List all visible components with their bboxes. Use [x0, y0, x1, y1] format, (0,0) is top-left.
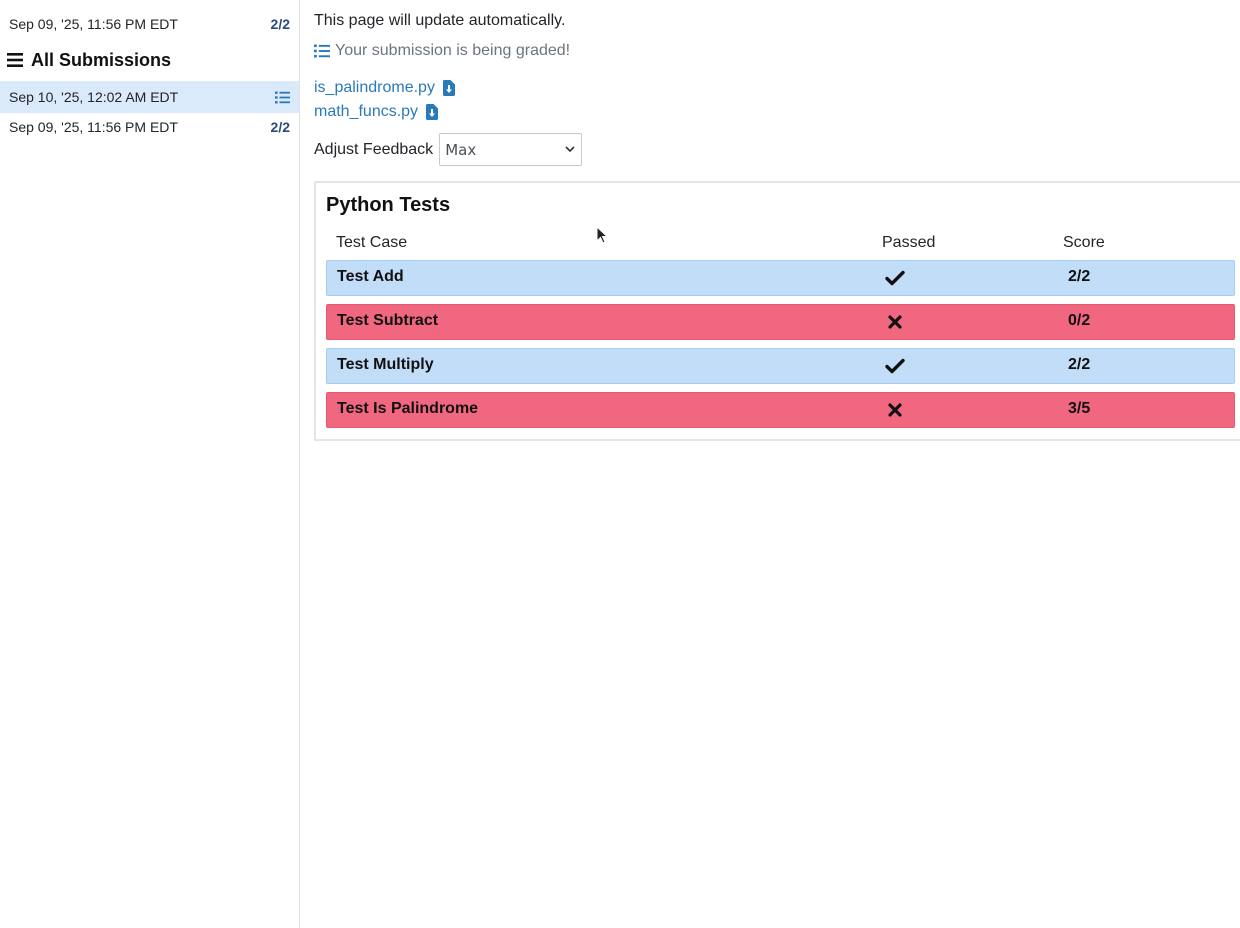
mouse-cursor-icon — [596, 226, 608, 244]
test-name: Test Multiply — [337, 356, 434, 373]
hamburger-icon — [7, 53, 23, 67]
submission-item-2[interactable]: Sep 09, '25, 11:56 PM EDT 2/2 — [0, 111, 299, 143]
submissions-sidebar: Sep 09, '25, 11:56 PM EDT 2/2 All Submis… — [0, 0, 300, 928]
file-download-icon[interactable] — [442, 80, 455, 96]
x-icon — [888, 315, 902, 329]
feedback-select[interactable]: Max — [439, 133, 583, 166]
submission-item-1[interactable]: Sep 10, '25, 12:02 AM EDT — [0, 81, 299, 113]
x-icon — [888, 403, 902, 417]
test-name: Test Is Palindrome — [337, 400, 479, 417]
python-tests-card: Python Tests Test Case Passed Score Test… — [314, 181, 1240, 441]
test-row[interactable]: Test Is Palindrome 3/5 — [326, 392, 1235, 428]
adjust-feedback: Adjust Feedback Max — [314, 133, 583, 166]
submission-date: Sep 09, '25, 11:56 PM EDT — [9, 16, 178, 32]
check-icon — [885, 270, 905, 286]
feedback-selected-value: Max — [445, 140, 477, 159]
auto-update-message: This page will update automatically. — [314, 12, 566, 29]
test-score: 0/2 — [1068, 312, 1091, 329]
submission-score: 2/2 — [270, 119, 290, 135]
test-row[interactable]: Test Subtract 0/2 — [326, 304, 1235, 340]
header-score: Score — [1063, 234, 1105, 251]
test-score: 2/2 — [1068, 268, 1091, 285]
test-row[interactable]: Test Add 2/2 — [326, 260, 1235, 296]
submission-detail: This page will update automatically. You… — [314, 0, 1240, 928]
grading-message: Your submission is being graded! — [335, 42, 571, 59]
file-download-icon[interactable] — [426, 104, 439, 120]
header-passed: Passed — [882, 234, 936, 251]
adjust-feedback-label: Adjust Feedback — [314, 140, 434, 158]
file-name: is_palindrome.py — [314, 79, 435, 96]
card-title: Python Tests — [326, 194, 451, 216]
list-icon — [275, 91, 290, 103]
all-submissions-label: All Submissions — [31, 49, 172, 70]
submission-date: Sep 10, '25, 12:02 AM EDT — [9, 89, 179, 105]
submission-item-top[interactable]: Sep 09, '25, 11:56 PM EDT 2/2 — [0, 8, 299, 40]
test-name: Test Add — [337, 268, 404, 285]
chevron-down-icon — [565, 146, 575, 153]
check-icon — [885, 358, 905, 374]
submission-score: 2/2 — [270, 16, 290, 32]
file-name: math_funcs.py — [314, 103, 419, 120]
file-link-is-palindrome[interactable]: is_palindrome.py — [314, 79, 455, 97]
submission-date: Sep 09, '25, 11:56 PM EDT — [9, 119, 178, 135]
header-test-case: Test Case — [336, 234, 408, 251]
test-name: Test Subtract — [337, 312, 439, 329]
test-score: 3/5 — [1068, 400, 1091, 417]
file-link-math-funcs[interactable]: math_funcs.py — [314, 103, 439, 121]
test-row[interactable]: Test Multiply 2/2 — [326, 348, 1235, 384]
list-icon — [314, 44, 330, 58]
grading-status: Your submission is being graded! — [314, 42, 570, 60]
test-score: 2/2 — [1068, 356, 1091, 373]
all-submissions-heading: All Submissions — [7, 47, 171, 73]
